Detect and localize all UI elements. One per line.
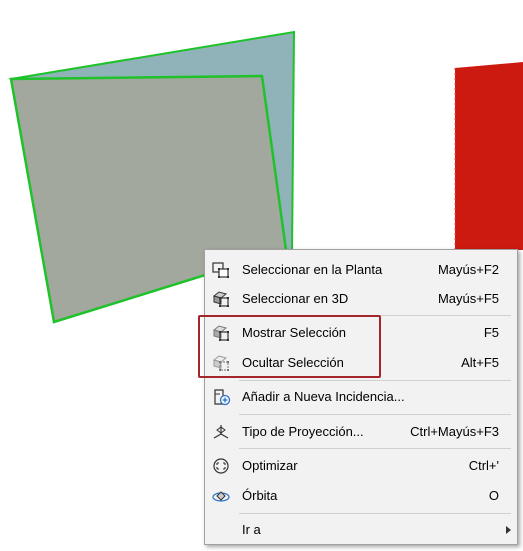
projection-type-icon xyxy=(213,425,229,439)
menu-item-label: Órbita xyxy=(242,488,278,503)
orbit-icon xyxy=(212,491,230,502)
menu-item-shortcut: Mayús+F2 xyxy=(437,262,499,277)
menu-item-projection-type[interactable]: Tipo de Proyección... Ctrl+Mayús+F3 xyxy=(205,419,517,445)
menu-item-label: Ir a xyxy=(242,522,261,537)
menu-separator xyxy=(239,448,511,449)
menu-item-orbit[interactable]: Órbita O xyxy=(205,483,517,509)
context-menu: Seleccionar en la Planta Mayús+F2 Selecc… xyxy=(204,249,518,545)
menu-item-shortcut: Mayús+F5 xyxy=(437,291,499,306)
annotation-highlight-box xyxy=(198,315,381,378)
red-object[interactable] xyxy=(455,62,523,250)
menu-item-shortcut: Alt+F5 xyxy=(461,355,499,370)
menu-separator xyxy=(239,513,511,514)
menu-item-fit-view[interactable]: Optimizar Ctrl+' xyxy=(205,453,517,479)
fit-view-icon xyxy=(213,458,229,474)
menu-item-add-issue[interactable]: Añadir a Nueva Incidencia... xyxy=(205,384,517,410)
menu-item-select-in-plan[interactable]: Seleccionar en la Planta Mayús+F2 xyxy=(205,257,517,283)
menu-separator xyxy=(239,414,511,415)
menu-item-shortcut: O xyxy=(488,488,499,503)
menu-item-label: Seleccionar en la Planta xyxy=(242,262,383,277)
menu-item-go-to[interactable]: Ir a xyxy=(205,517,517,543)
menu-item-label: Tipo de Proyección... xyxy=(242,424,364,439)
menu-item-shortcut: F5 xyxy=(483,325,499,340)
menu-separator xyxy=(239,380,511,381)
select-in-plan-icon xyxy=(212,262,229,278)
menu-item-label: Optimizar xyxy=(242,458,298,473)
menu-item-select-in-3d[interactable]: Seleccionar en 3D Mayús+F5 xyxy=(205,286,517,312)
menu-item-label: Seleccionar en 3D xyxy=(242,291,349,306)
submenu-arrow-icon xyxy=(506,526,511,534)
menu-item-label: Añadir a Nueva Incidencia... xyxy=(242,389,405,404)
menu-item-shortcut: Ctrl+Mayús+F3 xyxy=(410,424,499,439)
select-in-3d-icon xyxy=(212,291,229,307)
add-issue-icon xyxy=(214,389,231,406)
menu-item-shortcut: Ctrl+' xyxy=(468,458,499,473)
